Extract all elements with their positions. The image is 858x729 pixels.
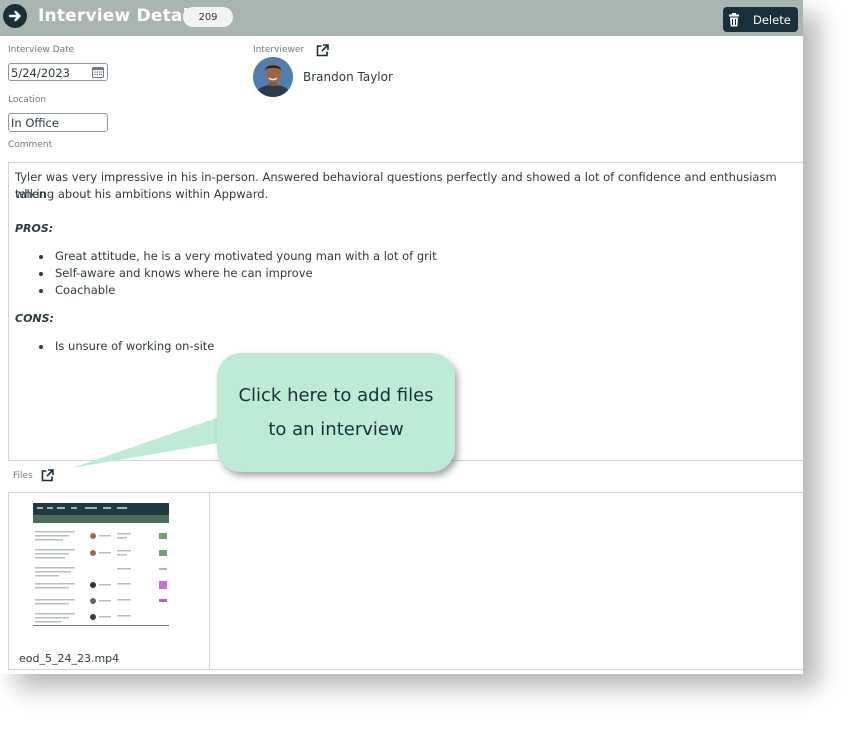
pros-list: Great attitude, he is a very motivated y… <box>39 248 437 299</box>
add-files-link-icon[interactable] <box>41 469 54 482</box>
interview-date-input[interactable]: 5/24/2023 <box>8 63 108 81</box>
callout-line2: to an interview <box>268 418 404 440</box>
header-bar: Interview Details 209 Delete <box>0 0 803 36</box>
delete-button-label: Delete <box>753 12 791 27</box>
interviewer-name: Brandon Taylor <box>303 70 393 84</box>
files-list: eod_5_24_23.mp4 <box>8 492 803 670</box>
callout-line1: Click here to add files <box>238 384 434 406</box>
external-link-icon[interactable] <box>316 44 329 57</box>
interviewer-label: Interviewer <box>253 45 305 55</box>
pros-list-item: Great attitude, he is a very motivated y… <box>39 248 437 265</box>
location-label: Location <box>8 95 47 105</box>
interview-details-panel: Interview Details 209 Delete Interview D… <box>0 0 803 674</box>
interviewer-avatar <box>253 57 293 97</box>
record-count-badge: 209 <box>183 7 233 27</box>
location-value: In Office <box>11 116 59 130</box>
trash-icon <box>729 12 739 26</box>
video-thumbnail <box>33 503 169 629</box>
comment-intro-line2: talking about his ambitions within Appwa… <box>15 187 269 201</box>
delete-button[interactable]: Delete <box>723 7 798 32</box>
calendar-icon[interactable] <box>92 66 104 78</box>
page-title: Interview Details <box>38 6 205 26</box>
cons-list: Is unsure of working on-site <box>39 338 214 355</box>
pros-list-item: Coachable <box>39 282 437 299</box>
cons-heading: CONS: <box>15 312 54 325</box>
interview-date-value: 5/24/2023 <box>11 66 70 80</box>
arrow-right-icon <box>8 10 21 22</box>
pros-heading: PROS: <box>15 222 54 235</box>
interview-date-label: Interview Date <box>8 45 75 55</box>
callout-tooltip: Click here to add files to an interview <box>217 353 455 472</box>
location-input[interactable]: In Office <box>8 113 108 132</box>
back-button[interactable] <box>3 4 27 28</box>
cons-list-item: Is unsure of working on-site <box>39 338 214 355</box>
file-name: eod_5_24_23.mp4 <box>19 652 120 665</box>
file-card[interactable]: eod_5_24_23.mp4 <box>9 493 210 669</box>
comment-label: Comment <box>8 140 53 150</box>
pros-list-item: Self-aware and knows where he can improv… <box>39 265 437 282</box>
files-label: Files <box>13 471 33 481</box>
